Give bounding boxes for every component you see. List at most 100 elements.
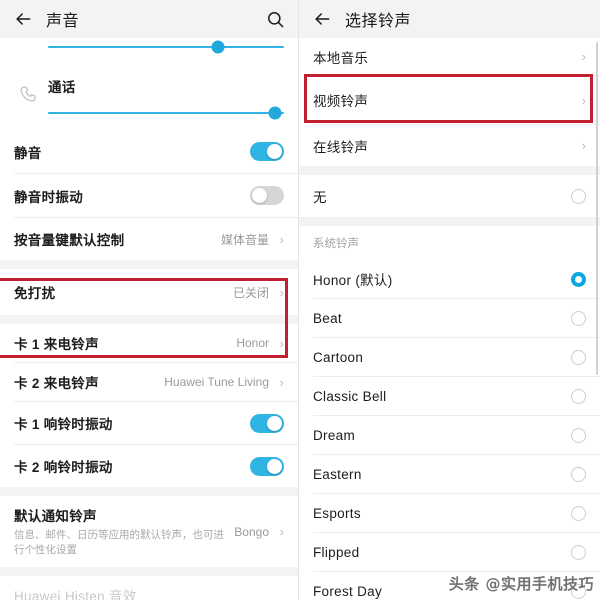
search-icon[interactable]	[264, 8, 286, 30]
slider-label-call: 通话	[48, 80, 76, 95]
chevron-right-icon: ›	[279, 231, 284, 247]
row-silent-mode[interactable]: 静音	[0, 130, 298, 173]
section-gap	[0, 487, 298, 496]
row-label: 静音	[14, 145, 42, 161]
chevron-right-icon: ›	[581, 92, 586, 108]
toggle-knob	[267, 144, 282, 159]
slider-knob-call[interactable]	[268, 106, 282, 120]
row-default-notification-tone[interactable]: 默认通知铃声 信息、邮件、日历等应用的默认铃声，也可进行个性化设置 Bongo …	[0, 496, 298, 568]
row-value: Honor	[236, 336, 269, 350]
radio-ringtone-flipped[interactable]	[571, 544, 586, 560]
row-do-not-disturb[interactable]: 免打扰 已关闭 ›	[0, 269, 298, 315]
section-gap	[0, 260, 298, 269]
back-arrow-icon[interactable]	[311, 8, 333, 30]
chevron-right-icon: ›	[279, 284, 284, 300]
row-label: Classic Bell	[313, 388, 387, 404]
row-label: 免打扰	[14, 286, 56, 301]
row-value: Bongo	[234, 524, 269, 539]
slider-media-volume[interactable]	[0, 38, 298, 60]
row-label: 卡 2 响铃时振动	[14, 460, 113, 475]
row-label: 无	[313, 190, 327, 205]
row-local-music[interactable]: 本地音乐 ›	[299, 38, 600, 75]
row-sim1-vibrate-on-ring[interactable]: 卡 1 响铃时振动	[0, 402, 298, 444]
radio-ringtone-eastern[interactable]	[571, 466, 586, 482]
row-label: 视频铃声	[313, 94, 369, 109]
row-sim2-ringtone[interactable]: 卡 2 来电铃声 Huawei Tune Living ›	[0, 363, 298, 401]
row-value: Huawei Tune Living	[164, 375, 269, 389]
radio-ringtone-beat[interactable]	[571, 310, 586, 326]
section-gap	[299, 217, 600, 226]
chevron-right-icon: ›	[279, 374, 284, 390]
row-ringtone-honor[interactable]: Honor (默认)	[299, 260, 600, 298]
radio-ringtone-classic-bell[interactable]	[571, 388, 586, 404]
page-title: 选择铃声	[345, 13, 412, 30]
row-sim2-vibrate-on-ring[interactable]: 卡 2 响铃时振动	[0, 445, 298, 487]
chevron-right-icon: ›	[279, 335, 284, 351]
row-vibrate-on-silent[interactable]: 静音时振动	[0, 174, 298, 217]
row-ringtone-esports[interactable]: Esports	[299, 494, 600, 532]
left-appbar: 声音	[0, 0, 298, 38]
page-title: 声音	[46, 13, 80, 30]
row-label: Honor (默认)	[313, 273, 393, 288]
row-subtitle: 信息、邮件、日历等应用的默认铃声，也可进行个性化设置	[14, 529, 224, 557]
row-label: Huawei Histen 音效	[14, 589, 137, 600]
phone-call-icon	[14, 84, 44, 106]
radio-ringtone-dream[interactable]	[571, 427, 586, 443]
radio-ringtone-honor[interactable]	[571, 271, 586, 287]
radio-ringtone-cartoon[interactable]	[571, 349, 586, 365]
back-arrow-icon[interactable]	[12, 8, 34, 30]
row-label: Flipped	[313, 544, 360, 560]
section-gap	[0, 315, 298, 324]
row-ringtone-flipped[interactable]: Flipped	[299, 533, 600, 571]
row-label: Esports	[313, 505, 361, 521]
row-ringtone-classic-bell[interactable]: Classic Bell	[299, 377, 600, 415]
row-ringtone-none[interactable]: 无	[299, 175, 600, 217]
chevron-right-icon: ›	[581, 138, 586, 153]
toggle-knob	[252, 188, 267, 203]
slider-call-volume[interactable]: 通话	[0, 60, 298, 130]
row-volume-key-default[interactable]: 按音量键默认控制 媒体音量 ›	[0, 218, 298, 260]
radio-ringtone-none[interactable]	[571, 188, 586, 204]
toggle-silent-mode[interactable]	[250, 142, 284, 161]
chevron-right-icon: ›	[581, 49, 586, 64]
radio-ringtone-esports[interactable]	[571, 505, 586, 521]
row-label: Cartoon	[313, 349, 364, 365]
slider-track-media[interactable]	[48, 40, 284, 54]
row-label: 卡 1 响铃时振动	[14, 417, 113, 432]
toggle-knob	[267, 458, 282, 474]
row-sim1-ringtone[interactable]: 卡 1 来电铃声 Honor ›	[0, 324, 298, 362]
row-huawei-histen: Huawei Histen 音效 连接耳机时可用 ›	[0, 576, 298, 600]
right-appbar: 选择铃声	[299, 0, 600, 38]
row-label: 默认通知铃声	[14, 509, 97, 524]
row-ringtone-cartoon[interactable]: Cartoon	[299, 338, 600, 376]
row-label: 按音量键默认控制	[14, 233, 125, 248]
row-value: 媒体音量	[220, 232, 269, 247]
toggle-vibrate-on-silent[interactable]	[250, 186, 284, 205]
row-label: 卡 2 来电铃声	[14, 376, 99, 391]
toggle-sim2-vibrate[interactable]	[250, 456, 284, 476]
section-gap	[0, 567, 298, 577]
toggle-knob	[267, 415, 282, 431]
row-label: 在线铃声	[313, 139, 369, 155]
chevron-right-icon: ›	[279, 524, 284, 540]
row-ringtone-dream[interactable]: Dream	[299, 416, 600, 454]
row-value: 已关闭	[232, 285, 269, 300]
row-label: Eastern	[313, 466, 362, 482]
row-ringtone-beat[interactable]: Beat	[299, 299, 600, 337]
row-label: Dream	[313, 427, 356, 443]
row-online-ringtone[interactable]: 在线铃声 ›	[299, 125, 600, 166]
row-ringtone-eastern[interactable]: Eastern	[299, 455, 600, 493]
dual-panel-screenshot: 声音 通话 静音 静音时振动 按音量键默认控制 媒体音量 › 免打扰 已关闭 ›…	[0, 0, 600, 600]
slider-track-call[interactable]	[48, 106, 284, 120]
row-label: 静音时振动	[14, 189, 83, 205]
toggle-sim1-vibrate[interactable]	[250, 413, 284, 433]
slider-knob-media[interactable]	[211, 40, 225, 54]
row-video-ringtone[interactable]: 视频铃声 ›	[299, 76, 600, 124]
row-label: 卡 1 来电铃声	[14, 337, 99, 352]
row-label: Beat	[313, 310, 342, 326]
section-caption-system-ringtones: 系统铃声	[313, 238, 359, 250]
right-panel-ringtone-picker: 选择铃声 本地音乐 › 视频铃声 › 在线铃声 › 无 系统铃声 Honor (…	[299, 0, 600, 600]
section-gap	[299, 166, 600, 175]
row-label: 本地音乐	[313, 50, 369, 66]
vertical-scrollbar[interactable]	[596, 42, 598, 375]
